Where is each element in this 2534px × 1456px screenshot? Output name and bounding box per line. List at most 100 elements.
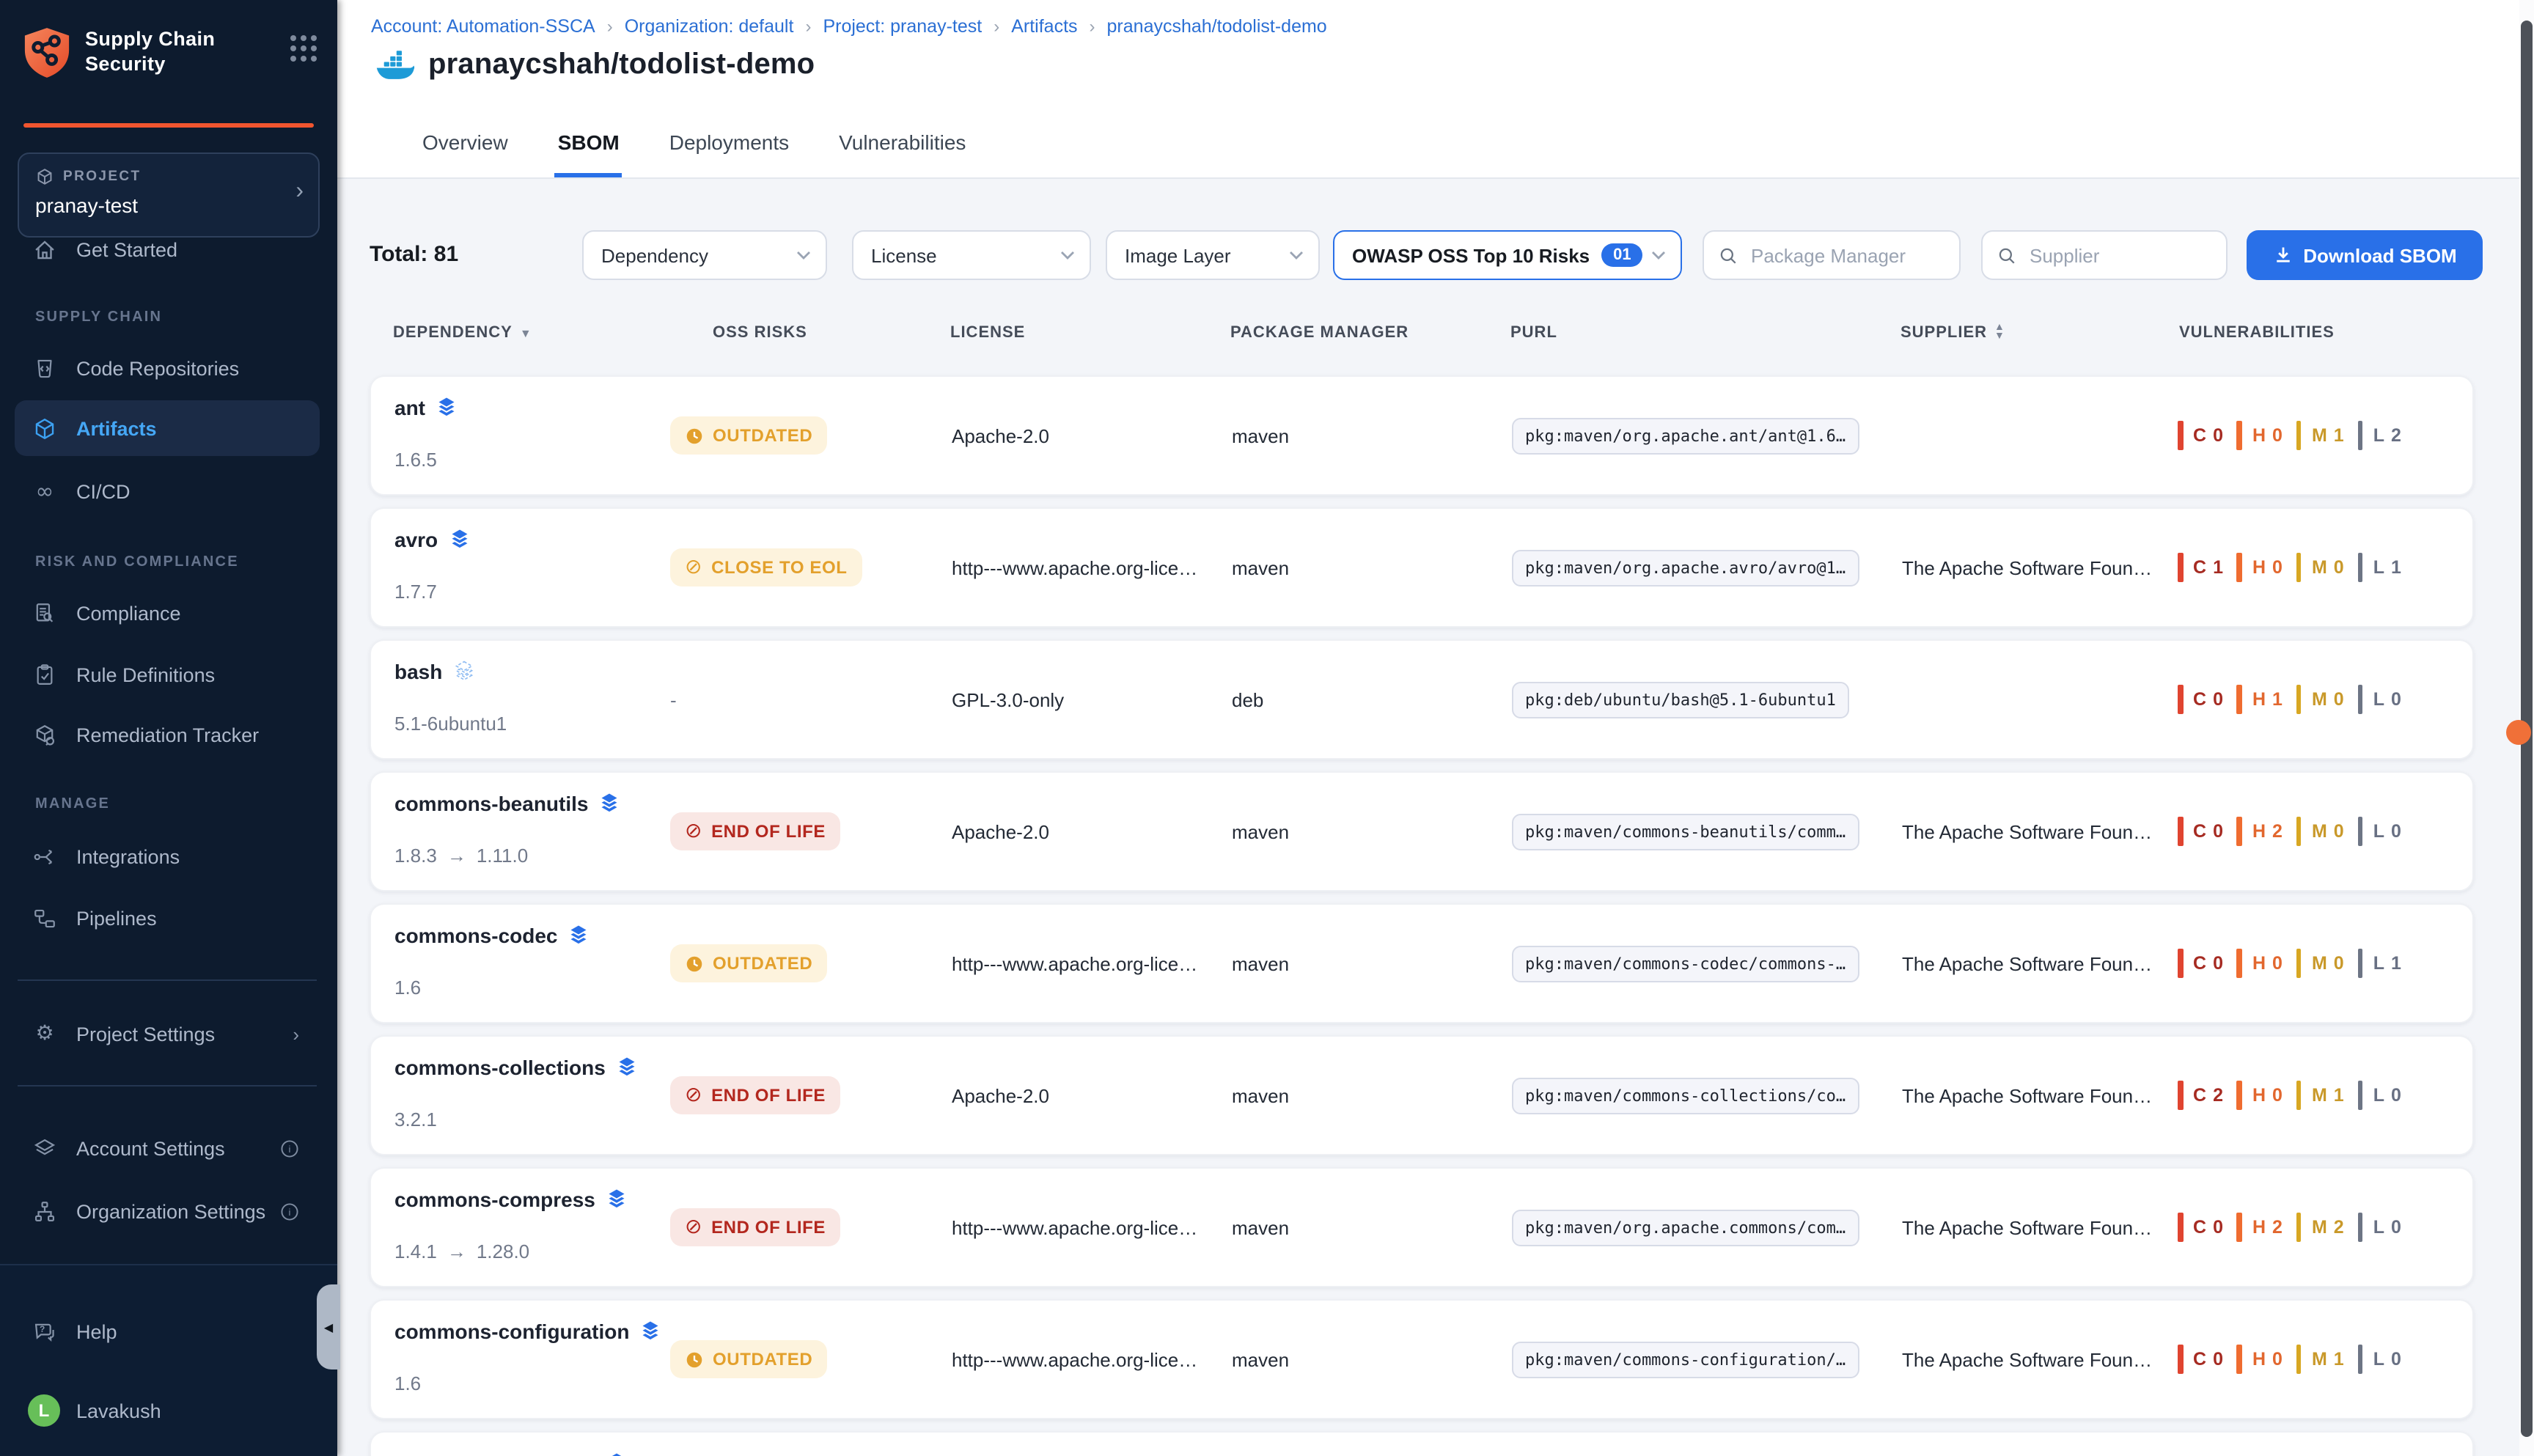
page-header: Account: Automation-SSCA › Organization:… (337, 0, 2534, 179)
purl-chip[interactable]: pkg:maven/commons-configuration/… (1512, 1341, 1859, 1378)
col-header-package-manager: PACKAGE MANAGER (1230, 324, 1409, 342)
severity-bar (2237, 685, 2242, 714)
breadcrumb-artifact-name[interactable]: pranaycshah/todolist-demo (1107, 16, 1327, 37)
layers-icon (606, 1452, 628, 1456)
tab-sbom[interactable]: SBOM (555, 130, 623, 177)
sidebar-item-organization-settings[interactable]: Organization Settings i (15, 1183, 320, 1239)
table-row[interactable]: commons-configuration 1.6 ⊘ OUTDATED (370, 1299, 2474, 1419)
supplier-search-input[interactable] (2027, 243, 2203, 268)
tab-vulnerabilities[interactable]: Vulnerabilities (836, 130, 969, 177)
layers-icon (639, 1320, 661, 1343)
sidebar-item-pipelines[interactable]: Pipelines (15, 890, 320, 946)
vulnerabilities-cell: C 0 H 0 M 1 L 0 (2178, 1301, 2415, 1418)
table-row[interactable]: ant 1.6.5 ⊘ OUTDATED OUTDATED (370, 375, 2474, 496)
oss-risk-label: OUTDATED (713, 1349, 812, 1369)
sidebar-item-integrations[interactable]: Integrations (15, 828, 320, 884)
tab-overview[interactable]: Overview (419, 130, 511, 177)
breadcrumb-organization[interactable]: Organization: default (625, 16, 794, 37)
version-to: 1.11.0 (477, 845, 528, 867)
table-row[interactable]: avro 1.7.7 ⊘ CLOSE TO EOL CLOS (370, 507, 2474, 628)
breadcrumb-artifacts[interactable]: Artifacts (1011, 16, 1077, 37)
severity-count: 0 (2213, 689, 2224, 710)
sidebar-item-project-settings[interactable]: ⚙ Project Settings › (15, 1006, 320, 1062)
vulnerabilities-cell: C 0 H 0 M 0 L 1 (2178, 905, 2415, 1022)
layers-icon (568, 924, 590, 947)
col-header-supplier[interactable]: SUPPLIER ▲▼ (1900, 324, 2005, 342)
severity-letter: M (2312, 689, 2328, 710)
sidebar-item-get-started[interactable]: Get Started (15, 221, 320, 277)
severity-bar (2237, 1213, 2242, 1242)
table-row[interactable]: commons-collections 3.2.1 ⊘ END OF LIFE (370, 1035, 2474, 1155)
table-row[interactable]: commons-codec 1.6 ⊘ OUTDATED O (370, 903, 2474, 1023)
breadcrumb-project[interactable]: Project: pranay-test (823, 16, 982, 37)
severity-letter: L (2373, 425, 2385, 446)
severity-bar (2237, 1081, 2242, 1110)
purl-chip[interactable]: pkg:maven/org.apache.avro/avro@1… (1512, 549, 1859, 586)
download-sbom-button[interactable]: Download SBOM (2247, 230, 2483, 280)
table-row[interactable]: commons-beanutils 1.8.3 → 1.11.0 ⊘ END O… (370, 771, 2474, 891)
col-header-oss-risks: OSS RISKS (713, 324, 807, 342)
owasp-risks-filter-dropdown[interactable]: OWASP OSS Top 10 Risks 01 (1333, 230, 1682, 280)
table-row[interactable]: bash 5.1-6ubuntu1 ⊘ - - (370, 639, 2474, 760)
severity-bar (2178, 1081, 2183, 1110)
chevron-right-icon: › (295, 179, 304, 205)
dependency-version: 3.2.1 (394, 1108, 447, 1130)
sidebar-item-remediation-tracker[interactable]: Remediation Tracker (15, 707, 320, 762)
breadcrumb-separator: › (595, 16, 625, 37)
floating-notification-dot[interactable] (2506, 720, 2531, 745)
sidebar-item-cicd[interactable]: ∞ CI/CD (15, 463, 320, 519)
help-chat-icon: ? (32, 1319, 57, 1344)
vuln-low: L 0 (2358, 685, 2402, 714)
sidebar-item-artifacts[interactable]: Artifacts (15, 400, 320, 456)
vuln-medium: M 0 (2296, 685, 2345, 714)
purl-cell: pkg:maven/commons-beanutils/comm… (1512, 773, 1859, 890)
sidebar-item-code-repositories[interactable]: Code Repositories (15, 340, 320, 396)
module-grid-icon[interactable] (290, 35, 317, 62)
severity-letter: L (2373, 689, 2385, 710)
purl-cell: pkg:maven/org.apache.ant/ant@1.6… (1512, 377, 1859, 494)
severity-bar (2296, 1345, 2302, 1374)
chevron-down-icon (1651, 251, 1666, 260)
tab-deployments[interactable]: Deployments (666, 130, 792, 177)
purl-chip[interactable]: pkg:maven/commons-codec/commons-… (1512, 945, 1859, 982)
pipelines-icon (32, 905, 57, 930)
table-row[interactable]: commons-fileupload ⊘ END OF LIFE (370, 1431, 2474, 1456)
sidebar-collapse-handle[interactable]: ◀ (317, 1284, 340, 1369)
package-manager-search-input[interactable] (1748, 243, 1933, 268)
integrations-icon (32, 844, 57, 869)
vuln-medium: M 2 (2296, 1213, 2345, 1242)
sidebar-item-help[interactable]: ? Help (15, 1304, 320, 1359)
clock-icon (685, 426, 704, 445)
package-manager-cell: deb (1232, 641, 1263, 758)
supply-chain-security-logo-icon (23, 26, 70, 79)
severity-letter: H (2252, 689, 2266, 710)
docker-icon (375, 50, 415, 81)
ban-icon: ⊘ (685, 1085, 702, 1106)
severity-bar (2358, 817, 2363, 846)
severity-letter: C (2193, 1217, 2207, 1238)
col-header-dependency[interactable]: DEPENDENCY▼ (393, 324, 532, 342)
dependency-cell: commons-collections (394, 1056, 638, 1079)
sidebar-item-rule-definitions[interactable]: Rule Definitions (15, 647, 320, 702)
severity-bar (2358, 949, 2363, 978)
sidebar-item-compliance[interactable]: Compliance (15, 585, 320, 641)
dependency-filter-dropdown[interactable]: Dependency (582, 230, 827, 280)
purl-chip[interactable]: pkg:maven/commons-collections/co… (1512, 1077, 1859, 1114)
severity-count: 0 (2391, 1085, 2402, 1106)
version-from: 3.2.1 (394, 1108, 437, 1130)
version-from: 5.1-6ubuntu1 (394, 713, 507, 735)
table-row[interactable]: commons-compress 1.4.1 → 1.28.0 ⊘ END OF… (370, 1167, 2474, 1287)
license-filter-dropdown[interactable]: License (852, 230, 1091, 280)
breadcrumb-account[interactable]: Account: Automation-SSCA (371, 16, 595, 37)
vulnerabilities-cell: C 1 H 0 M 0 L 0 (2178, 1433, 2415, 1456)
purl-chip[interactable]: pkg:maven/commons-beanutils/comm… (1512, 813, 1859, 850)
sidebar-item-account-settings[interactable]: Account Settings i (15, 1120, 320, 1176)
purl-chip[interactable]: pkg:deb/ubuntu/bash@5.1-6ubuntu1 (1512, 681, 1849, 718)
purl-chip[interactable]: pkg:maven/org.apache.ant/ant@1.6… (1512, 417, 1859, 454)
vulnerabilities-cell: C 0 H 1 M 0 L 0 (2178, 641, 2415, 758)
vuln-medium: M 0 (2296, 949, 2345, 978)
license-cell: Apache-2.0 (952, 1433, 1049, 1456)
purl-chip[interactable]: pkg:maven/org.apache.commons/com… (1512, 1209, 1859, 1246)
user-menu[interactable]: L Lavakush (15, 1383, 320, 1438)
image-layer-filter-dropdown[interactable]: Image Layer (1106, 230, 1320, 280)
